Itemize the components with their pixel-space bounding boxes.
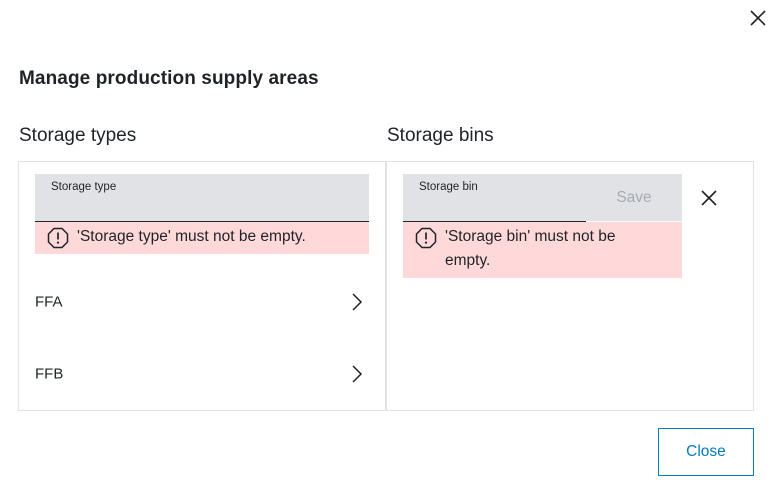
chevron-right-icon: [352, 293, 363, 311]
chevron-right-icon: [352, 365, 363, 383]
close-button[interactable]: Close: [658, 428, 754, 476]
storage-bins-heading: Storage bins: [387, 125, 494, 146]
storage-type-error-message: 'Storage type' must not be empty.: [77, 228, 306, 245]
storage-bin-field[interactable]: Storage bin: [403, 174, 586, 222]
list-item[interactable]: FFB: [19, 338, 385, 410]
storage-type-error: 'Storage type' must not be empty.: [35, 222, 369, 254]
close-icon[interactable]: [700, 189, 718, 207]
save-button[interactable]: Save: [586, 174, 682, 221]
close-icon[interactable]: [748, 8, 768, 28]
storage-type-input[interactable]: [51, 196, 359, 216]
list-item[interactable]: FFA: [19, 266, 385, 338]
list-item-label: FFB: [35, 365, 64, 383]
manage-supply-areas-dialog: Manage production supply areas Storage t…: [0, 0, 773, 491]
warning-octagon-icon: [47, 227, 69, 249]
storage-type-field[interactable]: Storage type: [35, 174, 369, 222]
warning-octagon-icon: [415, 227, 437, 249]
list-item-label: FFA: [35, 293, 63, 311]
storage-type-field-label: Storage type: [51, 181, 117, 193]
dialog-title: Manage production supply areas: [19, 68, 319, 89]
storage-bin-error: 'Storage bin' must not be empty.: [403, 222, 682, 278]
storage-bin-error-message: 'Storage bin' must not be empty.: [445, 228, 616, 269]
storage-bin-input[interactable]: [419, 196, 576, 216]
storage-bin-field-label: Storage bin: [419, 181, 478, 193]
storage-types-panel: Storage type 'Storage type' must not be …: [18, 161, 386, 411]
storage-bins-panel: Storage bin Save 'Storage bin' must not …: [386, 161, 754, 411]
storage-types-heading: Storage types: [19, 125, 137, 146]
